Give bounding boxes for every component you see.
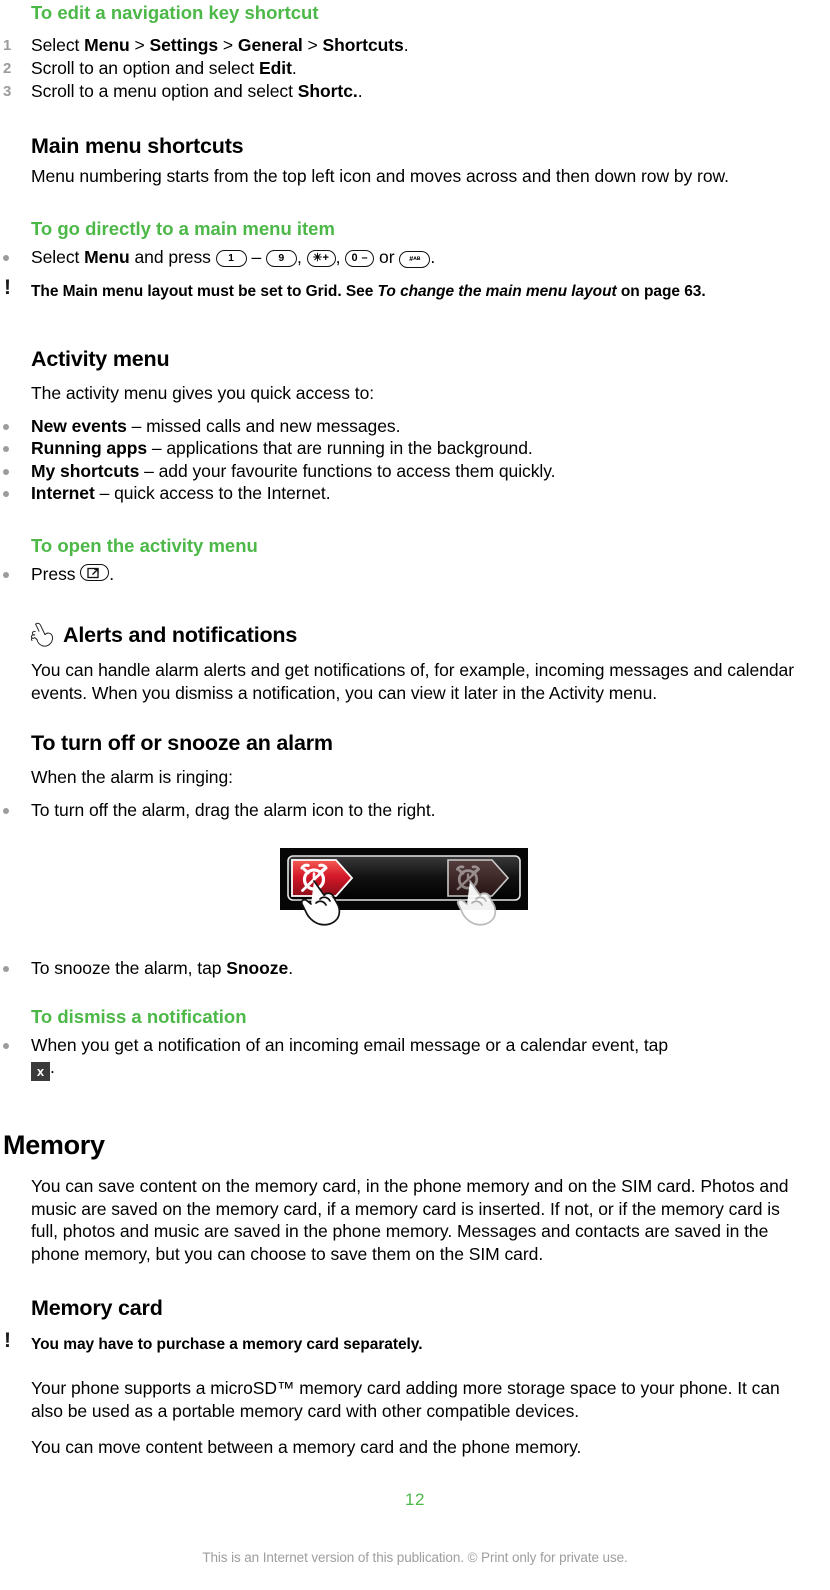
list-snooze-alarm: To snooze the alarm, tap Snooze.	[0, 957, 808, 980]
list-item-text: Running apps – applications that are run…	[31, 438, 533, 458]
heading-alerts-and-notifications: Alerts and notifications	[0, 621, 808, 649]
list-item: Running apps – applications that are run…	[0, 437, 808, 460]
heading-alerts-text: Alerts and notifications	[63, 623, 298, 647]
list-item: Select Menu and press 1 – 9, ✳+, 0 – or …	[0, 246, 808, 269]
heading-main-menu-shortcuts: Main menu shortcuts	[31, 134, 244, 158]
pointing-hand-icon	[30, 622, 54, 647]
figure-alarm-slider	[0, 843, 808, 943]
step-number: 1	[3, 37, 12, 54]
list-item: My shortcuts – add your favourite functi…	[0, 460, 808, 483]
heading-memory: Memory	[3, 1130, 105, 1160]
list-item-text: New events – missed calls and new messag…	[31, 415, 401, 436]
list-item-text: Internet – quick access to the Internet.	[31, 483, 331, 503]
activity-key-icon	[80, 563, 110, 581]
heading-open-activity-menu: To open the activity menu	[31, 534, 258, 556]
step-item: 3 Scroll to a menu option and select Sho…	[0, 80, 808, 103]
key-9-icon: 9	[266, 249, 297, 267]
heading-edit-shortcut: To edit a navigation key shortcut	[31, 2, 319, 23]
paragraph-alerts: You can handle alarm alerts and get noti…	[31, 660, 795, 703]
bullet-point	[0, 1034, 31, 1082]
step-number: 2	[3, 60, 12, 77]
paragraph-microsd: Your phone supports a microSD™ memory ca…	[31, 1378, 780, 1421]
heading-turn-off-snooze: To turn off or snooze an alarm	[31, 731, 333, 755]
step-text: Select Menu > Settings > General > Short…	[31, 35, 409, 55]
list-item: When you get a notification of an incomi…	[0, 1034, 808, 1082]
note-memory-card: ! You may have to purchase a memory card …	[4, 1329, 423, 1353]
heading-memory-card: Memory card	[31, 1296, 163, 1320]
list-item: New events – missed calls and new messag…	[0, 415, 808, 438]
bullet-point	[0, 799, 31, 822]
bullet-point	[0, 563, 31, 586]
heading-activity-menu: Activity menu	[31, 347, 170, 371]
dismiss-x-icon: x	[31, 1062, 50, 1081]
step-item: 1 Select Menu > Settings > General > Sho…	[0, 34, 808, 57]
bullet-point	[0, 246, 31, 269]
list-turn-off-alarm: To turn off the alarm, drag the alarm ic…	[0, 799, 808, 822]
steps-edit-shortcut: 1 Select Menu > Settings > General > Sho…	[0, 34, 808, 103]
heading-dismiss-notification: To dismiss a notification	[31, 1005, 247, 1027]
exclamation-icon: !	[4, 276, 11, 299]
list-item-text: When you get a notification of an incomi…	[31, 1034, 669, 1081]
list-item-text: My shortcuts – add your favourite functi…	[31, 460, 556, 481]
bullet-point	[0, 437, 31, 460]
exclamation-icon: !	[4, 1329, 11, 1352]
bullet-point	[0, 957, 31, 980]
page-number: 12	[405, 1490, 425, 1509]
step-text: Scroll to an option and select Edit.	[31, 58, 297, 78]
list-item-text: To turn off the alarm, drag the alarm ic…	[31, 799, 436, 820]
step-number: 3	[3, 83, 12, 100]
list-item-text: To snooze the alarm, tap Snooze.	[31, 958, 293, 978]
paragraph-alarm-ringing: When the alarm is ringing:	[31, 767, 233, 787]
key-1-icon: 1	[215, 249, 247, 267]
list-item: To turn off the alarm, drag the alarm ic…	[0, 799, 808, 822]
paragraph-memory: You can save content on the memory card,…	[31, 1176, 789, 1264]
list-item: To snooze the alarm, tap Snooze.	[0, 957, 808, 980]
paragraph-move-content: You can move content between a memory ca…	[31, 1437, 582, 1457]
list-activity-menu-items: New events – missed calls and new messag…	[0, 415, 808, 505]
key-0-icon: 0 –	[345, 249, 375, 267]
manual-page: To edit a navigation key shortcut 1 Sele…	[0, 0, 830, 1590]
bullet-point	[0, 482, 31, 505]
list-dismiss-notification: When you get a notification of an incomi…	[0, 1034, 808, 1082]
step-text: Scroll to a menu option and select Short…	[31, 81, 363, 101]
heading-go-directly: To go directly to a main menu item	[31, 217, 335, 239]
list-item-text: Press .	[31, 563, 115, 584]
alarm-slider-illustration	[280, 848, 528, 926]
step-item: 2 Scroll to an option and select Edit.	[0, 57, 808, 80]
list-item: Internet – quick access to the Internet.	[0, 482, 808, 505]
bullet-point	[0, 415, 31, 438]
footer-copyright: This is an Internet version of this publ…	[202, 1550, 628, 1565]
list-open-activity-menu: Press .	[0, 563, 808, 586]
paragraph-main-menu-shortcuts: Menu numbering starts from the top left …	[31, 166, 729, 186]
list-go-directly: Select Menu and press 1 – 9, ✳+, 0 – or …	[0, 246, 808, 269]
bullet-point	[0, 460, 31, 483]
key-hash-icon: #ᴀʙ	[399, 250, 431, 268]
paragraph-activity-menu: The activity menu gives you quick access…	[31, 383, 375, 403]
list-item-text: Select Menu and press 1 – 9, ✳+, 0 – or …	[31, 246, 436, 268]
note-main-menu-layout: ! The Main menu layout must be set to Gri…	[4, 276, 706, 300]
key-star-icon: ✳+	[306, 249, 336, 267]
list-item: Press .	[0, 563, 808, 586]
